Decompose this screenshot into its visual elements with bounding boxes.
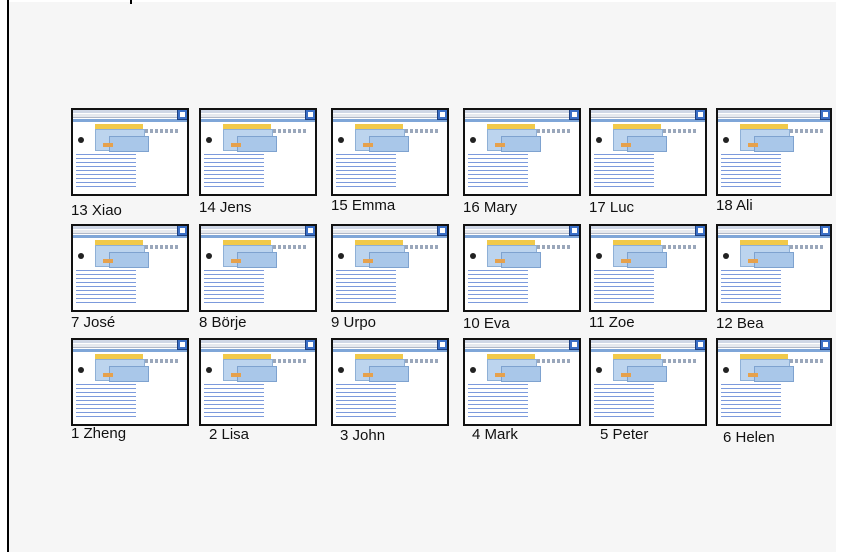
window-icon (305, 340, 315, 350)
tile-5[interactable]: 5 Peter (589, 338, 707, 456)
screenshot-thumbnail[interactable] (716, 224, 832, 312)
top-tick (130, 0, 132, 4)
tile-12[interactable]: 12 Bea (716, 224, 834, 342)
screenshot-thumbnail[interactable] (71, 224, 189, 312)
window-icon (695, 226, 705, 236)
tile-label: 9 Urpo (331, 314, 377, 331)
tile-label: 15 Emma (331, 197, 396, 214)
tile-label: 11 Zoe (589, 314, 635, 331)
tile-8[interactable]: 8 Börje (199, 224, 317, 342)
tile-label: 13 Xiao (71, 202, 122, 219)
screenshot-thumbnail[interactable] (463, 108, 581, 196)
window-icon (305, 110, 315, 120)
tile-10[interactable]: 10 Eva (463, 224, 581, 342)
window-icon (820, 110, 830, 120)
tile-label: 6 Helen (723, 429, 775, 446)
tile-6[interactable]: 6 Helen (716, 338, 834, 456)
tile-label: 12 Bea (716, 315, 764, 332)
tile-label: 18 Ali (716, 197, 753, 214)
screenshot-thumbnail[interactable] (331, 108, 449, 196)
right-strip (836, 0, 845, 552)
window-icon (695, 110, 705, 120)
tile-17[interactable]: 17 Luc (589, 108, 707, 226)
tile-label: 8 Börje (199, 314, 247, 331)
tile-15[interactable]: 15 Emma (331, 108, 449, 226)
tile-9[interactable]: 9 Urpo (331, 224, 449, 342)
screenshot-thumbnail[interactable] (331, 338, 449, 426)
window-icon (695, 340, 705, 350)
window-icon (569, 340, 579, 350)
tile-label: 7 José (71, 314, 116, 331)
window-icon (569, 226, 579, 236)
screenshot-thumbnail[interactable] (71, 338, 189, 426)
tile-3[interactable]: 3 John (331, 338, 449, 456)
tile-label: 10 Eva (463, 315, 510, 332)
top-strip (9, 0, 845, 2)
tile-label: 3 John (340, 427, 386, 444)
tile-7[interactable]: 7 José (71, 224, 189, 342)
tile-4[interactable]: 4 Mark (463, 338, 581, 456)
window-icon (177, 110, 187, 120)
tile-13[interactable]: 13 Xiao (71, 108, 189, 226)
screenshot-thumbnail[interactable] (71, 108, 189, 196)
tile-label: 5 Peter (600, 426, 649, 443)
screenshot-thumbnail[interactable] (589, 338, 707, 426)
left-border-line (7, 0, 9, 552)
screenshot-thumbnail[interactable] (199, 224, 317, 312)
screenshot-thumbnail[interactable] (589, 224, 707, 312)
tile-label: 16 Mary (463, 199, 518, 216)
tile-11[interactable]: 11 Zoe (589, 224, 707, 342)
screenshot-thumbnail[interactable] (331, 224, 449, 312)
window-icon (177, 226, 187, 236)
screenshot-thumbnail[interactable] (463, 224, 581, 312)
tile-label: 17 Luc (589, 199, 635, 216)
desktop-canvas: 13 Xiao 14 Jens 15 Emma 16 Mary 17 Luc 1… (0, 0, 845, 552)
screenshot-thumbnail[interactable] (716, 338, 832, 426)
screenshot-thumbnail[interactable] (199, 108, 317, 196)
tile-label: 1 Zheng (71, 425, 127, 442)
tile-label: 14 Jens (199, 199, 252, 216)
window-icon (177, 340, 187, 350)
screenshot-thumbnail[interactable] (463, 338, 581, 426)
tile-label: 4 Mark (472, 426, 518, 443)
window-icon (305, 226, 315, 236)
tile-label: 2 Lisa (209, 426, 250, 443)
screenshot-thumbnail[interactable] (199, 338, 317, 426)
window-icon (820, 340, 830, 350)
tile-1[interactable]: 1 Zheng (71, 338, 189, 456)
tile-18[interactable]: 18 Ali (716, 108, 834, 226)
tile-14[interactable]: 14 Jens (199, 108, 317, 226)
tile-16[interactable]: 16 Mary (463, 108, 581, 226)
window-icon (437, 226, 447, 236)
tile-2[interactable]: 2 Lisa (199, 338, 317, 456)
window-icon (569, 110, 579, 120)
window-icon (820, 226, 830, 236)
screenshot-thumbnail[interactable] (589, 108, 707, 196)
window-icon (437, 340, 447, 350)
screenshot-thumbnail[interactable] (716, 108, 832, 196)
window-icon (437, 110, 447, 120)
